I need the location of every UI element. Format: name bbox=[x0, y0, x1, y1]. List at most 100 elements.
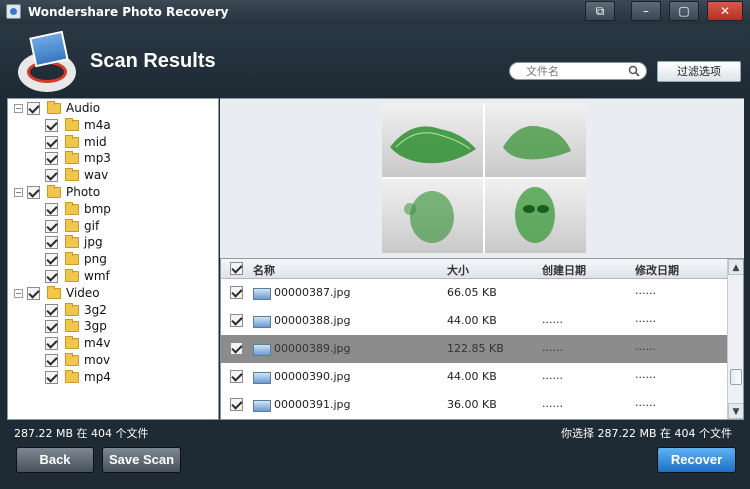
column-modified[interactable]: 修改日期 bbox=[635, 262, 679, 278]
tree-checkbox[interactable] bbox=[45, 370, 58, 384]
tree-item-label: 3gp bbox=[84, 319, 107, 334]
tree-item-m4v[interactable]: m4v bbox=[8, 335, 218, 352]
scroll-up-arrow-icon[interactable]: ▲ bbox=[728, 259, 743, 275]
close-button[interactable]: ✕ bbox=[707, 1, 743, 21]
tree-checkbox[interactable] bbox=[27, 186, 40, 199]
minimize-button[interactable]: – bbox=[631, 1, 661, 21]
tree-item-label: mid bbox=[84, 134, 107, 149]
table-row[interactable]: 00000390.jpg 44.00 KB............ bbox=[221, 363, 727, 391]
collapse-icon[interactable]: − bbox=[14, 188, 23, 197]
tree-item-video[interactable]: − Video bbox=[8, 285, 218, 302]
folder-icon bbox=[65, 235, 79, 249]
file-name: 00000390.jpg bbox=[274, 370, 351, 383]
tree-checkbox[interactable] bbox=[45, 337, 58, 351]
row-checkbox[interactable] bbox=[230, 370, 243, 383]
tree-item-3g2[interactable]: 3g2 bbox=[8, 302, 218, 319]
search-box[interactable] bbox=[509, 62, 647, 80]
tree-checkbox[interactable] bbox=[45, 202, 58, 216]
tree-checkbox[interactable] bbox=[45, 354, 58, 367]
tree-checkbox[interactable] bbox=[45, 169, 58, 183]
tree-item-3gp[interactable]: 3gp bbox=[8, 318, 218, 335]
tree-item-mp3[interactable]: mp3 bbox=[8, 150, 218, 167]
scrollbar-thumb[interactable] bbox=[730, 369, 742, 385]
app-icon bbox=[6, 4, 21, 19]
column-size[interactable]: 大小 bbox=[447, 262, 469, 278]
row-checkbox[interactable] bbox=[230, 314, 243, 327]
file-name: 00000387.jpg bbox=[274, 286, 351, 299]
preview-thumbnail bbox=[382, 179, 483, 253]
row-checkbox[interactable] bbox=[230, 286, 243, 299]
tree-item-photo[interactable]: − Photo bbox=[8, 184, 218, 201]
tree-item-mp4[interactable]: mp4 bbox=[8, 369, 218, 386]
tree-item-label: 3g2 bbox=[84, 302, 107, 317]
window-title: Wondershare Photo Recovery bbox=[28, 5, 229, 19]
tree-checkbox[interactable] bbox=[45, 236, 58, 250]
tree-checkbox[interactable] bbox=[45, 135, 58, 149]
file-created: ...... bbox=[542, 369, 563, 382]
folder-icon bbox=[65, 218, 79, 232]
file-name: 00000388.jpg bbox=[274, 314, 351, 327]
tree-checkbox[interactable] bbox=[27, 102, 40, 115]
column-created[interactable]: 创建日期 bbox=[542, 262, 586, 278]
tree-item-bmp[interactable]: bmp bbox=[8, 201, 218, 218]
tree-item-mov[interactable]: mov bbox=[8, 352, 218, 369]
image-file-icon bbox=[253, 372, 271, 384]
tree-checkbox[interactable] bbox=[45, 303, 58, 317]
table-scrollbar[interactable]: ▲ ▼ bbox=[727, 259, 743, 419]
tree-checkbox[interactable] bbox=[45, 253, 58, 267]
search-input[interactable] bbox=[526, 64, 626, 78]
page-title: Scan Results bbox=[90, 50, 216, 72]
folder-icon bbox=[65, 117, 79, 131]
table-row[interactable]: 00000391.jpg 36.00 KB............ bbox=[221, 391, 727, 419]
tree-item-label: mp3 bbox=[84, 151, 111, 166]
tree-item-wmf[interactable]: wmf bbox=[8, 268, 218, 285]
tree-item-label: bmp bbox=[84, 201, 111, 216]
preview-thumbnail bbox=[382, 103, 483, 177]
table-row[interactable]: 00000388.jpg 44.00 KB............ bbox=[221, 307, 727, 335]
file-created: ...... bbox=[542, 341, 563, 354]
tree-item-label: m4a bbox=[84, 117, 111, 132]
preview-thumbnail bbox=[485, 103, 586, 177]
tree-item-audio[interactable]: − Audio bbox=[8, 100, 218, 117]
folder-icon bbox=[65, 319, 79, 333]
tree-item-label: Video bbox=[66, 285, 100, 300]
recover-button[interactable]: Recover bbox=[657, 447, 736, 473]
tree-item-gif[interactable]: gif bbox=[8, 218, 218, 235]
select-all-checkbox[interactable] bbox=[230, 262, 243, 275]
folder-icon bbox=[65, 353, 79, 366]
image-file-icon bbox=[253, 400, 271, 412]
table-row[interactable]: 00000389.jpg 122.85 KB............ bbox=[221, 335, 727, 363]
folder-icon bbox=[65, 336, 79, 350]
tree-item-label: Photo bbox=[66, 185, 101, 199]
preview-thumbnail bbox=[485, 179, 586, 253]
tree-item-wav[interactable]: wav bbox=[8, 167, 218, 184]
folder-icon bbox=[47, 285, 61, 299]
tree-item-mid[interactable]: mid bbox=[8, 134, 218, 151]
search-icon[interactable] bbox=[628, 65, 640, 77]
table-row[interactable]: 00000387.jpg 66.05 KB...... bbox=[221, 279, 727, 307]
tree-item-png[interactable]: png bbox=[8, 251, 218, 268]
tree-checkbox[interactable] bbox=[27, 286, 40, 300]
scroll-down-arrow-icon[interactable]: ▼ bbox=[728, 403, 743, 419]
tree-item-jpg[interactable]: jpg bbox=[8, 234, 218, 251]
row-checkbox[interactable] bbox=[230, 398, 243, 411]
tree-checkbox[interactable] bbox=[45, 118, 58, 132]
restore-button[interactable]: ⧉ bbox=[585, 1, 615, 21]
tree-item-m4a[interactable]: m4a bbox=[8, 117, 218, 134]
collapse-icon[interactable]: − bbox=[14, 288, 23, 298]
filter-options-button[interactable]: 过滤选项 bbox=[657, 61, 741, 82]
collapse-icon[interactable]: − bbox=[14, 104, 23, 113]
folder-icon bbox=[47, 185, 61, 198]
row-checkbox[interactable] bbox=[230, 342, 243, 355]
save-scan-button[interactable]: Save Scan bbox=[102, 447, 181, 473]
tree-checkbox[interactable] bbox=[45, 219, 58, 233]
folder-icon bbox=[65, 151, 79, 165]
column-name[interactable]: 名称 bbox=[253, 262, 275, 278]
tree-item-label: mov bbox=[84, 353, 111, 367]
tree-checkbox[interactable] bbox=[45, 152, 58, 166]
preview-pane bbox=[220, 98, 744, 258]
tree-checkbox[interactable] bbox=[45, 320, 58, 334]
back-button[interactable]: Back bbox=[16, 447, 94, 473]
maximize-button[interactable]: ▢ bbox=[669, 1, 699, 21]
tree-checkbox[interactable] bbox=[45, 270, 58, 283]
